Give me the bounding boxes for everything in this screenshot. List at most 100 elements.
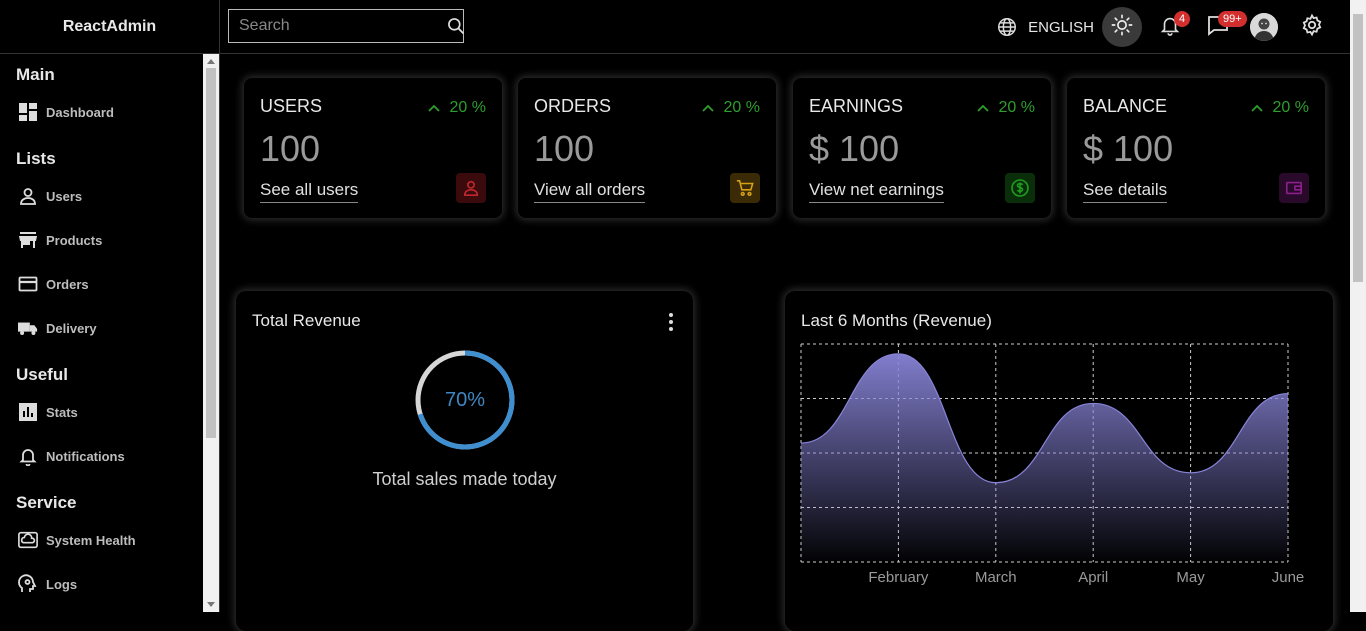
- theme-toggle-button[interactable]: [1102, 7, 1142, 47]
- progress-label: 70%: [444, 388, 486, 411]
- chevron-up-icon: [427, 104, 440, 112]
- language-selector[interactable]: ENGLISH: [996, 16, 1094, 38]
- sidebar-scroll-area: Main Dashboard Lists Users Products Orde…: [0, 54, 219, 612]
- topbar-actions: ENGLISH 4 99+: [996, 0, 1350, 54]
- widget-earnings: EARNINGS 20 % $ 100 View net earnings: [793, 78, 1051, 218]
- sidebar-item-system-health[interactable]: System Health: [0, 518, 203, 562]
- page-scrollbar[interactable]: [1350, 0, 1366, 612]
- featured-title: Total Revenue: [252, 311, 361, 330]
- bar-chart-icon: [18, 402, 38, 422]
- sidebar-menu: Main Dashboard Lists Users Products Orde…: [0, 54, 203, 606]
- sidebar-section-main: Main: [16, 65, 55, 84]
- chart-area-fill: [801, 353, 1288, 562]
- cart-icon: [730, 173, 760, 203]
- sun-icon: [1111, 14, 1133, 41]
- widget-percentage-value: 20 %: [723, 99, 760, 116]
- sidebar-item-label: Users: [46, 188, 83, 204]
- scroll-up-arrow[interactable]: [207, 59, 215, 64]
- wallet-icon: [1279, 173, 1309, 203]
- sidebar-item-label: System Health: [46, 532, 136, 548]
- sidebar-item-label: Products: [46, 232, 103, 248]
- widget-users: USERS 20 % 100 See all users: [244, 78, 502, 218]
- total-revenue-panel: Total Revenue 70% Total sales made today: [236, 291, 693, 631]
- widget-percentage: 20 %: [427, 99, 486, 117]
- widget-percentage-value: 20 %: [449, 99, 486, 116]
- widget-percentage-value: 20 %: [998, 99, 1035, 116]
- sidebar-item-delivery[interactable]: Delivery: [0, 306, 203, 350]
- store-icon: [18, 230, 38, 250]
- sidebar-scrollbar[interactable]: [203, 54, 219, 612]
- x-tick-label: June: [1272, 569, 1305, 586]
- chevron-up-icon: [976, 104, 989, 112]
- sidebar-item-logs[interactable]: Logs: [0, 562, 203, 606]
- chevron-up-icon: [1250, 104, 1263, 112]
- sidebar: ReactAdmin Main Dashboard Lists Users Pr…: [0, 0, 220, 612]
- x-tick-label: April: [1078, 569, 1108, 586]
- chevron-up-icon: [701, 104, 714, 112]
- widget-link[interactable]: See all users: [260, 180, 359, 203]
- sidebar-section-useful: Useful: [16, 365, 68, 384]
- widget-percentage: 20 %: [976, 99, 1035, 117]
- widget-percentage-value: 20 %: [1272, 99, 1309, 116]
- settings-button[interactable]: [1292, 7, 1332, 47]
- widget-link[interactable]: See details: [1083, 180, 1168, 203]
- sidebar-item-label: Logs: [46, 576, 78, 592]
- revenue-area-chart: February March April May June: [800, 343, 1305, 586]
- search-box[interactable]: [228, 9, 466, 43]
- gear-icon: [1300, 13, 1324, 42]
- topbar: ENGLISH 4 99+: [220, 0, 1350, 54]
- revenue-chart-panel: Last 6 Months (Revenue) February March Apr…: [785, 291, 1333, 631]
- dollar-icon: [1005, 173, 1035, 203]
- globe-icon: [996, 16, 1018, 38]
- messages-badge: 99+: [1218, 11, 1247, 27]
- widget-link[interactable]: View all orders: [534, 180, 646, 203]
- notifications-button[interactable]: 4: [1150, 7, 1191, 47]
- widget-title: EARNINGS: [809, 96, 904, 116]
- total-sales-caption: Total sales made today: [372, 469, 557, 489]
- sidebar-item-products[interactable]: Products: [0, 218, 203, 262]
- widget-value: $ 100: [809, 128, 900, 169]
- search-icon[interactable]: [446, 16, 466, 36]
- brain-icon: [18, 574, 38, 594]
- dashboard-icon: [18, 102, 38, 122]
- widget-title: BALANCE: [1083, 96, 1168, 116]
- more-vert-icon[interactable]: [669, 313, 673, 331]
- search-input[interactable]: [229, 17, 446, 35]
- bell-icon: [18, 446, 38, 466]
- widget-balance: BALANCE 20 % $ 100 See details: [1067, 78, 1325, 218]
- sidebar-item-users[interactable]: Users: [0, 174, 203, 218]
- sidebar-section-lists: Lists: [16, 149, 56, 168]
- x-tick-label: March: [975, 569, 1017, 586]
- x-tick-label: May: [1176, 569, 1205, 586]
- sidebar-item-label: Dashboard: [46, 104, 114, 120]
- widget-value: $ 100: [1083, 128, 1174, 169]
- person-icon: [18, 186, 38, 206]
- widget-value: 100: [260, 128, 321, 169]
- messages-button[interactable]: 99+: [1198, 7, 1247, 47]
- brand-logo[interactable]: ReactAdmin: [0, 0, 219, 54]
- widget-percentage: 20 %: [1250, 99, 1309, 117]
- widget-percentage: 20 %: [701, 99, 760, 117]
- widget-orders: ORDERS 20 % 100 View all orders: [518, 78, 776, 218]
- sidebar-item-dashboard[interactable]: Dashboard: [0, 90, 203, 134]
- avatar[interactable]: [1250, 13, 1278, 41]
- sidebar-item-label: Orders: [46, 276, 89, 292]
- scroll-down-arrow[interactable]: [207, 602, 215, 607]
- sidebar-item-stats[interactable]: Stats: [0, 390, 203, 434]
- truck-icon: [18, 318, 38, 338]
- widget-title: ORDERS: [534, 96, 612, 116]
- x-tick-label: February: [868, 569, 929, 586]
- page-scrollbar-thumb[interactable]: [1353, 14, 1363, 282]
- language-label: ENGLISH: [1028, 18, 1094, 36]
- credit-card-icon: [18, 274, 38, 294]
- notifications-badge: 4: [1174, 11, 1191, 27]
- sidebar-item-label: Notifications: [46, 448, 125, 464]
- sidebar-item-label: Delivery: [46, 320, 97, 336]
- progress-ring: 70%: [414, 349, 516, 451]
- cloud-box-icon: [18, 530, 38, 550]
- widget-value: 100: [534, 128, 595, 169]
- scrollbar-thumb[interactable]: [206, 68, 216, 438]
- widget-link[interactable]: View net earnings: [809, 180, 944, 203]
- sidebar-item-orders[interactable]: Orders: [0, 262, 203, 306]
- sidebar-item-notifications[interactable]: Notifications: [0, 434, 203, 478]
